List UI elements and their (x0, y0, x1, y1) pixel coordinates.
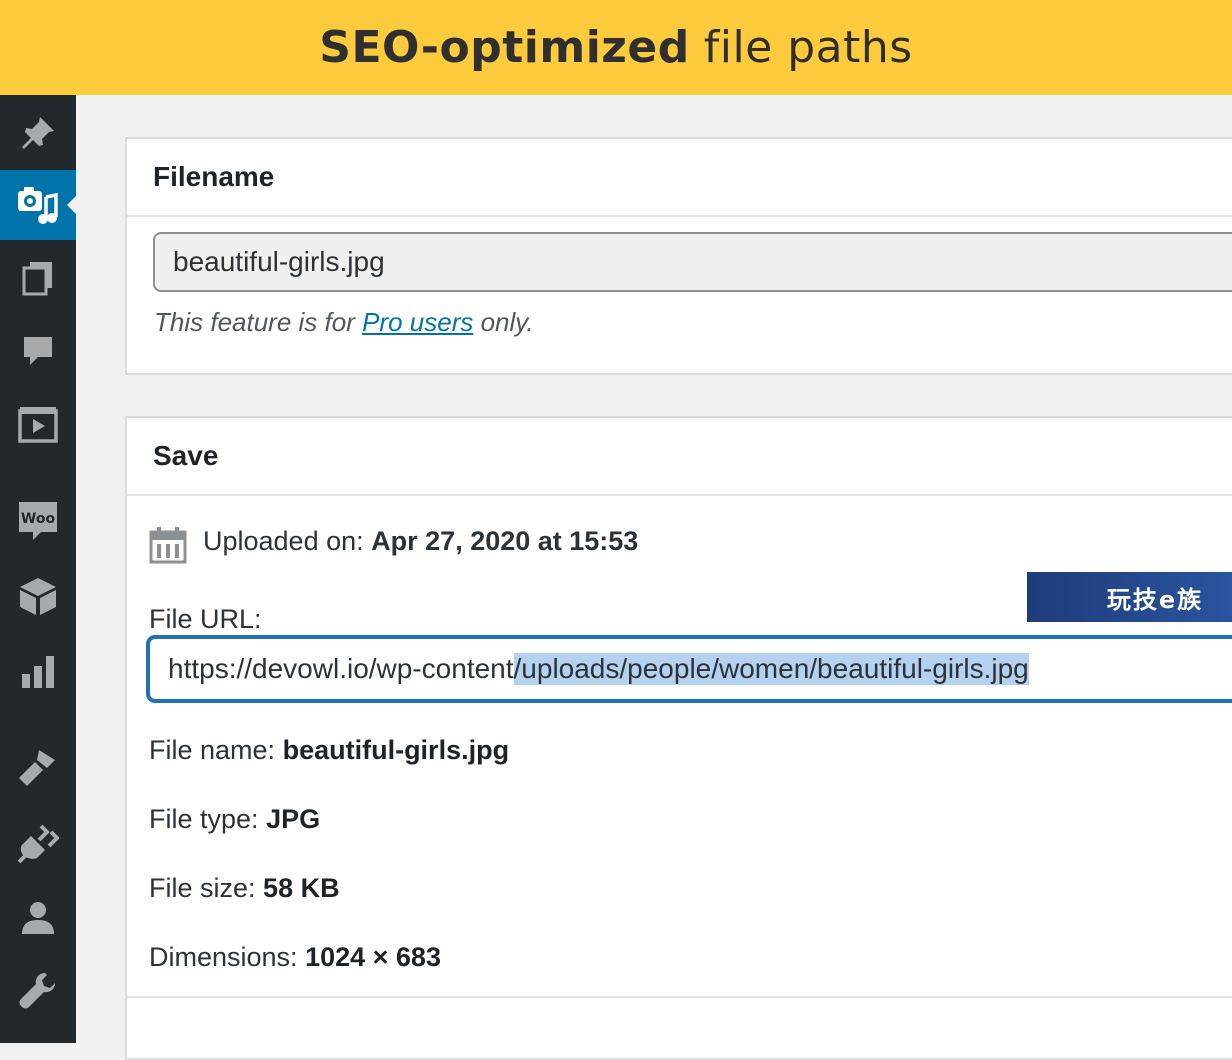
pages-icon (22, 262, 52, 296)
sidebar-item-posts[interactable] (0, 98, 76, 168)
sidebar-item-appearance[interactable] (0, 732, 76, 802)
admin-sidebar: Woo (0, 95, 76, 1043)
sidebar-item-comments[interactable] (0, 316, 76, 386)
uploaded-on: Uploaded on: Apr 27, 2020 at 15:53 (203, 526, 638, 557)
sidebar-item-analytics[interactable] (0, 637, 76, 707)
analytics-icon (22, 656, 54, 688)
file-size-row: File size: 58 KB (149, 873, 340, 904)
filename-panel-heading: Filename (127, 139, 1232, 217)
file-name-row: File name: beautiful-girls.jpg (149, 735, 509, 766)
woocommerce-icon: Woo (19, 502, 57, 540)
calendar-icon (149, 527, 187, 564)
file-size-label: File size: (149, 873, 256, 903)
banner-title-bold: SEO-optimized (319, 22, 690, 73)
banner-title-rest: file paths (703, 22, 913, 73)
comments-icon (24, 337, 52, 365)
media-icon (18, 187, 58, 224)
appearance-icon (19, 750, 55, 786)
svg-text:Woo: Woo (21, 511, 56, 527)
file-url-selection: /uploads/people/women/beautiful-girls.jp… (513, 653, 1029, 685)
video-icon (18, 407, 58, 443)
pin-icon (22, 117, 54, 149)
active-indicator (67, 196, 76, 214)
watermark: 玩技e族 (1027, 572, 1232, 622)
sidebar-item-products[interactable] (0, 561, 76, 631)
save-panel-heading: Save (127, 418, 1232, 496)
main-content: Filename beautiful-girls.jpg This featur… (76, 95, 1232, 1060)
file-url-plain: https://devowl.io/wp-content (168, 653, 514, 684)
filename-panel: Filename beautiful-girls.jpg This featur… (125, 137, 1232, 375)
pro-users-link[interactable]: Pro users (362, 307, 473, 337)
file-url-label: File URL: (149, 604, 262, 634)
note-text-after: only. (480, 307, 534, 337)
note-text-before: This feature is for (154, 307, 355, 337)
dimensions-label: Dimensions: (149, 942, 298, 972)
section-divider (127, 996, 1232, 998)
file-size-value: 58 KB (263, 873, 340, 903)
sidebar-item-tools[interactable] (0, 955, 76, 1025)
file-name-label: File name: (149, 735, 276, 765)
sidebar-item-video[interactable] (0, 389, 76, 459)
file-type-value: JPG (266, 804, 321, 834)
file-name-value: beautiful-girls.jpg (282, 735, 510, 765)
filename-field[interactable]: beautiful-girls.jpg (153, 232, 1232, 292)
save-panel: Save Uploaded on: Apr 27, 2020 at 15:53 … (125, 416, 1232, 1060)
sidebar-item-woocommerce[interactable]: Woo (0, 486, 76, 556)
tools-icon (19, 973, 55, 1009)
pro-feature-note: This feature is for Pro users only. (154, 307, 534, 338)
file-url-field[interactable]: https://devowl.io/wp-content/uploads/peo… (147, 636, 1232, 702)
file-type-label: File type: (149, 804, 259, 834)
sidebar-item-pages[interactable] (0, 243, 76, 313)
uploaded-value: Apr 27, 2020 at 15:53 (371, 526, 639, 556)
dimensions-row: Dimensions: 1024 × 683 (149, 942, 441, 973)
users-icon (22, 902, 54, 934)
uploaded-label: Uploaded on: (203, 526, 364, 556)
sidebar-item-media[interactable] (0, 170, 76, 240)
sidebar-item-plugins[interactable] (0, 808, 76, 878)
file-type-row: File type: JPG (149, 804, 320, 835)
dimensions-value: 1024 × 683 (305, 942, 441, 972)
products-icon (20, 578, 56, 615)
sidebar-item-users[interactable] (0, 883, 76, 953)
page-banner: SEO-optimized file paths (0, 0, 1232, 95)
plugins-icon (17, 824, 59, 864)
